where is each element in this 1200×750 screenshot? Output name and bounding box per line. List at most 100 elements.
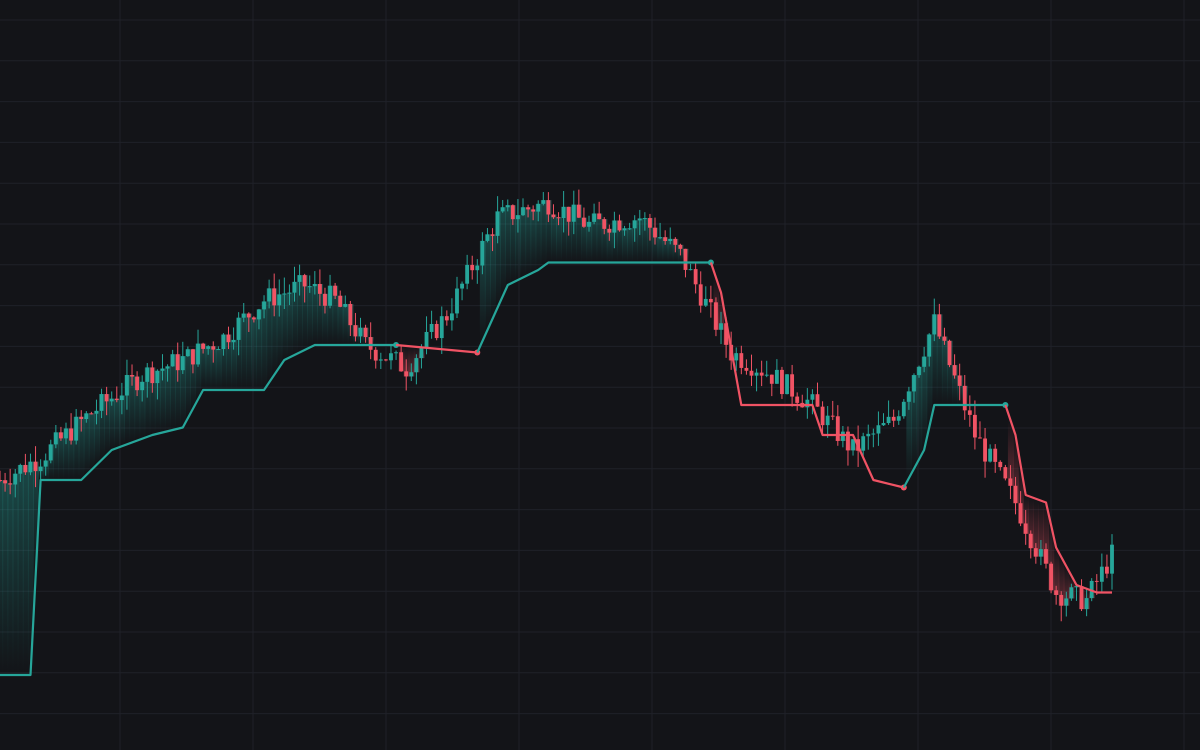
candle [378, 352, 383, 369]
candle-body [373, 349, 378, 361]
trend-glow [88, 413, 95, 470]
candle [465, 254, 470, 290]
candle-body [795, 396, 800, 403]
candle [830, 400, 835, 421]
candle-body [541, 200, 546, 204]
candle-body [952, 365, 957, 376]
price-chart [0, 0, 1200, 750]
candle-body [1079, 586, 1084, 610]
trend-glow [550, 214, 557, 263]
trailing-stop-layer [0, 259, 1112, 677]
trend-glow [2, 480, 9, 675]
candle [886, 400, 891, 425]
candle-body [734, 353, 739, 361]
candle-body [587, 221, 591, 227]
candle [196, 329, 200, 367]
candle [754, 368, 759, 392]
candle-body [241, 313, 246, 318]
candle-body [419, 348, 424, 359]
candle-body [399, 352, 404, 372]
candle-body [1008, 478, 1013, 486]
candle-body [805, 399, 810, 408]
candle [759, 360, 764, 387]
candle-body [881, 423, 886, 426]
candle-body [912, 375, 916, 392]
candle [444, 310, 449, 326]
candle-body [785, 374, 789, 395]
candle-body [160, 368, 165, 371]
candle-body [28, 461, 33, 473]
trend-glow [941, 336, 948, 405]
candle-body [526, 207, 530, 210]
candle-body [317, 283, 322, 294]
candle-body [1013, 485, 1018, 504]
trend-glow [342, 303, 349, 345]
candle-body [53, 432, 58, 445]
candle [896, 410, 901, 425]
candle-body [510, 205, 515, 220]
candle [185, 346, 190, 357]
candle-body [495, 211, 500, 236]
candle-body [414, 358, 419, 373]
candle [978, 421, 982, 439]
candle [23, 453, 28, 475]
candle-body [424, 331, 429, 349]
trend-glow [241, 313, 247, 390]
candle [871, 428, 876, 448]
candle-body [439, 316, 444, 339]
candle-body [150, 367, 155, 384]
candle-body [917, 366, 921, 376]
candle-body [835, 416, 840, 441]
candle-body [262, 301, 266, 310]
trend-glow [484, 234, 491, 330]
candle-body [1049, 563, 1053, 591]
candle-body [891, 416, 896, 421]
candle-body [866, 433, 871, 437]
candle-body [389, 353, 393, 361]
candle-body [165, 366, 170, 369]
trend-glow [307, 286, 313, 348]
candle-body [404, 371, 409, 377]
candle-body [1099, 566, 1104, 582]
candle-body [632, 220, 637, 229]
candle-body [130, 375, 134, 377]
candle-body [0, 480, 2, 481]
candle-body [104, 394, 109, 402]
candle [414, 354, 419, 385]
candle-body [282, 293, 287, 295]
candle [89, 411, 94, 415]
candle-body [698, 284, 703, 306]
candle [592, 203, 597, 225]
candle-body [602, 219, 607, 229]
candle-body [444, 316, 449, 321]
candle [972, 400, 977, 450]
candle-body [505, 205, 510, 208]
candle [851, 439, 855, 456]
candle-body [460, 283, 464, 289]
candle [881, 413, 886, 426]
candle [576, 189, 581, 219]
candle-body [536, 203, 541, 212]
candle-body [774, 369, 779, 384]
trend-glow [12, 473, 19, 675]
candle-body [937, 314, 942, 337]
candle-body [449, 313, 454, 321]
trend-glow [500, 207, 506, 297]
candle-body [673, 238, 678, 245]
candle-body [94, 410, 99, 414]
candle-body [353, 325, 358, 337]
candle-body [693, 269, 698, 285]
candle-body [947, 340, 952, 366]
candle [1079, 579, 1084, 612]
candle [597, 201, 602, 220]
candle-body [48, 444, 53, 461]
candle [714, 297, 718, 337]
candle-body [114, 398, 119, 401]
candle-body [678, 244, 683, 249]
candle [343, 295, 348, 308]
candle [891, 409, 896, 427]
candle-body [434, 323, 439, 339]
candle-body [125, 375, 129, 396]
candle [739, 345, 744, 375]
candle-body [708, 298, 713, 303]
